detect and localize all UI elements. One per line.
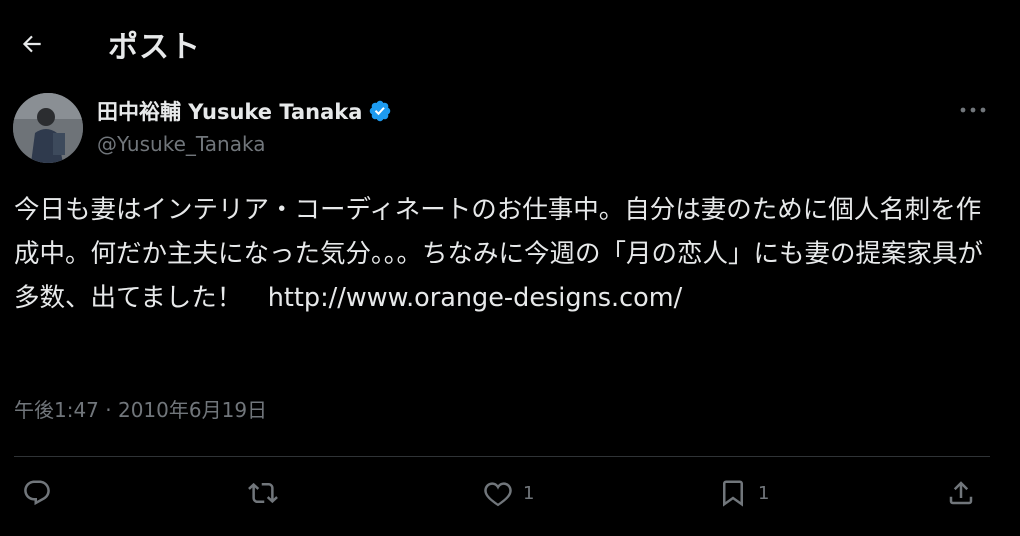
author-handle[interactable]: @Yusuke_Tanaka (97, 132, 265, 156)
share-button[interactable] (946, 478, 986, 508)
more-horizontal-icon (960, 107, 986, 113)
back-button[interactable] (14, 26, 50, 62)
tweet-timestamp[interactable]: 午後1:47 · 2010年6月19日 (14, 394, 267, 423)
action-bar: 1 1 (0, 470, 1020, 522)
more-options-button[interactable] (955, 98, 991, 122)
share-icon (949, 481, 973, 505)
like-count: 1 (523, 482, 535, 504)
like-button[interactable]: 1 (483, 478, 534, 508)
bookmark-icon (723, 480, 743, 507)
tweet-link[interactable]: http://www.orange-designs.com/ (268, 283, 682, 313)
profile-photo-icon (13, 93, 83, 163)
avatar[interactable] (13, 93, 83, 163)
author-display-name[interactable]: 田中裕輔 Yusuke Tanaka (97, 96, 362, 126)
repost-button[interactable] (248, 478, 288, 508)
tweet-text: 今日も妻はインテリア・コーディネートのお仕事中。自分は妻のために個人名刺を作成中… (14, 188, 1004, 320)
verified-badge-icon[interactable] (368, 99, 392, 123)
page-title: ポスト (108, 30, 201, 65)
bookmark-count: 1 (758, 482, 770, 504)
heart-icon (484, 482, 512, 507)
arrow-left-icon (22, 35, 41, 53)
repost-icon (248, 482, 278, 504)
top-bar: ポスト (0, 0, 1020, 86)
bookmark-button[interactable]: 1 (718, 478, 769, 508)
divider (14, 456, 990, 457)
reply-icon (24, 480, 50, 506)
author-name-row: 田中裕輔 Yusuke Tanaka (97, 96, 392, 126)
reply-button[interactable] (22, 478, 62, 508)
